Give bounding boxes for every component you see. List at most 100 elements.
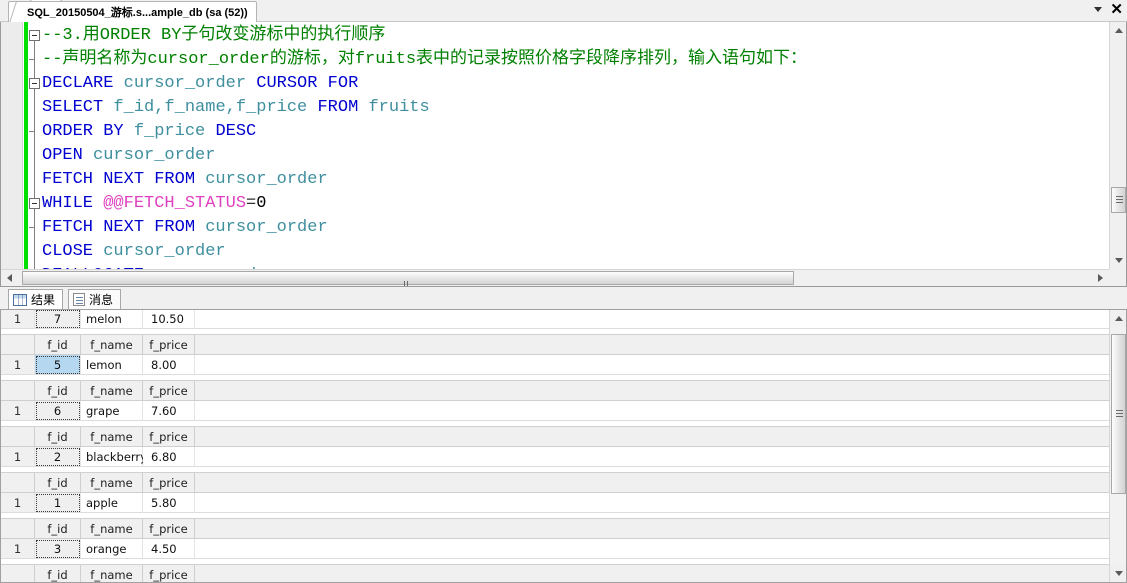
column-header-f_price[interactable]: f_price <box>143 519 195 539</box>
cell-f-name[interactable]: blackberry <box>81 447 147 467</box>
cell-f-name[interactable]: melon <box>81 310 143 329</box>
scroll-right-button[interactable] <box>1092 270 1109 286</box>
results-grid-scroll[interactable]: 1 7 melon 10.50 f_id f_name f_price 1 5 lemon 8.00… <box>1 310 1109 582</box>
close-icon[interactable]: ✕ <box>1110 2 1123 17</box>
messages-icon <box>71 292 85 306</box>
fold-collapse-button[interactable] <box>29 30 40 41</box>
column-header-f_name[interactable]: f_name <box>81 519 143 539</box>
chevron-down-icon[interactable] <box>1094 7 1103 12</box>
cell-f-price[interactable]: 10.50 <box>143 310 195 329</box>
sql-editor-pane[interactable]: --3.用ORDER BY子句改变游标中的执行顺序 --声明名称为cursor_o… <box>0 22 1127 287</box>
scroll-thumb-grip <box>1116 196 1123 204</box>
cell-f-name[interactable]: apple <box>81 493 143 513</box>
table-row[interactable]: 1 1 apple 5.80 <box>1 493 1109 513</box>
cell-f-id[interactable]: 6 <box>35 401 81 421</box>
code-line: WHILE @@FETCH_STATUS=0 <box>42 192 1126 216</box>
tab-messages[interactable]: 消息 <box>68 289 122 309</box>
cell-f-id[interactable]: 2 <box>35 447 81 467</box>
table-row[interactable]: 1 5 lemon 8.00 <box>1 355 1109 375</box>
table-row[interactable]: 1 6 grape 7.60 <box>1 401 1109 421</box>
column-header-f_id[interactable]: f_id <box>35 381 81 401</box>
row-header-cell[interactable]: 1 <box>1 493 35 513</box>
scroll-down-button[interactable] <box>1110 565 1126 582</box>
column-header-filler <box>195 473 1109 493</box>
code-token-kw: CLOSE <box>42 242 104 261</box>
cell-filler <box>195 539 1109 559</box>
result-grid-header-row: f_id f_name f_price <box>1 381 1109 401</box>
code-token-kw: CURSOR FOR <box>256 74 359 93</box>
column-header-f_id[interactable]: f_id <box>35 427 81 447</box>
grid-corner-cell[interactable] <box>1 473 35 493</box>
grid-corner-cell[interactable] <box>1 335 35 355</box>
column-header-f_name[interactable]: f_name <box>81 427 143 447</box>
column-header-f_price[interactable]: f_price <box>143 381 195 401</box>
row-header-cell[interactable]: 1 <box>1 447 35 467</box>
tab-results[interactable]: 结果 <box>8 289 64 309</box>
fold-collapse-button[interactable] <box>29 198 40 209</box>
row-header-cell[interactable]: 1 <box>1 355 35 375</box>
column-header-f_name[interactable]: f_name <box>81 565 143 582</box>
scroll-down-button[interactable] <box>1110 252 1126 269</box>
scroll-left-button[interactable] <box>1 270 18 286</box>
editor-code-area[interactable]: --3.用ORDER BY子句改变游标中的执行顺序 --声明名称为cursor_o… <box>42 22 1126 286</box>
grid-corner-cell[interactable] <box>1 427 35 447</box>
column-header-f_price[interactable]: f_price <box>143 427 195 447</box>
row-header-cell[interactable]: 1 <box>1 401 35 421</box>
fold-connector-line <box>34 30 35 282</box>
code-token-op: = <box>246 194 257 213</box>
row-header-cell[interactable]: 1 <box>1 310 35 329</box>
cell-f-price[interactable]: 8.00 <box>143 355 195 375</box>
code-token-kw: DECLARE <box>42 74 124 93</box>
cell-f-id[interactable]: 3 <box>35 539 81 559</box>
column-header-f_price[interactable]: f_price <box>143 473 195 493</box>
arrow-down-icon <box>1114 571 1123 576</box>
cell-f-name[interactable]: orange <box>81 539 143 559</box>
grid-corner-cell[interactable] <box>1 519 35 539</box>
cell-f-price[interactable]: 4.50 <box>143 539 195 559</box>
table-row[interactable]: 1 3 orange 4.50 <box>1 539 1109 559</box>
cell-f-price[interactable]: 5.80 <box>143 493 195 513</box>
cell-filler <box>195 447 1109 467</box>
editor-hscroll-thumb[interactable] <box>22 271 794 286</box>
column-header-filler <box>195 427 1109 447</box>
editor-vscroll-thumb[interactable] <box>1111 187 1126 213</box>
grid-corner-cell[interactable] <box>1 381 35 401</box>
column-header-f_price[interactable]: f_price <box>143 335 195 355</box>
scroll-up-button[interactable] <box>1110 22 1126 39</box>
editor-vertical-scrollbar[interactable] <box>1109 22 1126 269</box>
column-header-f_price[interactable]: f_price <box>143 565 195 582</box>
column-header-f_id[interactable]: f_id <box>35 473 81 493</box>
results-grid-host[interactable]: 1 7 melon 10.50 f_id f_name f_price 1 5 lemon 8.00… <box>0 309 1127 583</box>
column-header-f_id[interactable]: f_id <box>35 335 81 355</box>
scroll-up-button[interactable] <box>1110 310 1126 327</box>
cell-f-id[interactable]: 7 <box>35 310 81 329</box>
document-tab-label: SQL_20150504_游标.s...ample_db (sa (52)) <box>27 7 248 19</box>
column-header-f_name[interactable]: f_name <box>81 381 143 401</box>
editor-horizontal-scrollbar[interactable] <box>1 269 1109 286</box>
results-vertical-scrollbar[interactable] <box>1109 310 1126 582</box>
row-header-cell[interactable]: 1 <box>1 539 35 559</box>
column-header-f_name[interactable]: f_name <box>81 335 143 355</box>
cell-f-name[interactable]: lemon <box>81 355 143 375</box>
code-token-id: cursor_order <box>123 74 257 93</box>
cell-f-id[interactable]: 1 <box>35 493 81 513</box>
scroll-thumb-grip <box>404 275 412 286</box>
table-row[interactable]: 1 7 melon 10.50 <box>1 310 1109 329</box>
fold-collapse-button[interactable] <box>29 78 40 89</box>
editor-fold-gutter[interactable] <box>28 22 42 286</box>
code-line: DECLARE cursor_order CURSOR FOR <box>42 72 1126 96</box>
cell-f-id[interactable]: 5 <box>35 355 81 375</box>
table-row[interactable]: 1 2 blackberry 6.80 <box>1 447 1109 467</box>
code-token-id: cursor_order <box>205 170 328 189</box>
results-vscroll-thumb[interactable] <box>1111 334 1126 494</box>
cell-f-price[interactable]: 7.60 <box>143 401 195 421</box>
result-set: f_id f_name f_price <box>1 565 1109 582</box>
grid-corner-cell[interactable] <box>1 565 35 582</box>
column-header-f_name[interactable]: f_name <box>81 473 143 493</box>
cell-f-name[interactable]: grape <box>81 401 143 421</box>
tab-results-label: 结果 <box>31 293 56 307</box>
column-header-f_id[interactable]: f_id <box>35 519 81 539</box>
document-tab-sql-query[interactable]: SQL_20150504_游标.s...ample_db (sa (52)) <box>8 1 257 22</box>
cell-f-price[interactable]: 6.80 <box>143 447 195 467</box>
column-header-f_id[interactable]: f_id <box>35 565 81 582</box>
